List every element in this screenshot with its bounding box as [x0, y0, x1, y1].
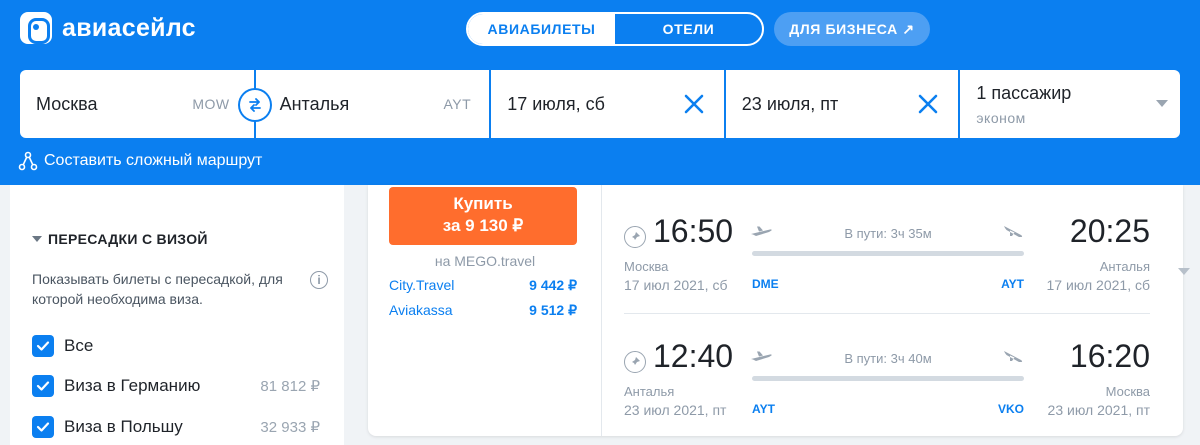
arrival-date: 17 июл 2021, сб [1046, 277, 1150, 293]
departure-date: 23 июл 2021, пт [624, 402, 727, 418]
departure-date: 17 июл 2021, сб [624, 277, 728, 293]
offer-row[interactable]: Aviakassa 9 512 ₽ [389, 302, 577, 319]
buy-button[interactable]: Купить за 9 130 ₽ [389, 187, 577, 245]
flight-segment-return: 12:40 16:20 Анталья 23 июл 2021, пт Моск… [624, 318, 1150, 418]
complex-route-link[interactable]: Составить сложный маршрут [18, 151, 262, 171]
passengers-field[interactable]: 1 пассажир эконом [960, 70, 1181, 138]
route-line [752, 251, 1024, 256]
arrival-city: Москва [1105, 384, 1150, 399]
flight-duration: В пути: 3ч 35м [844, 226, 932, 241]
destination-value: Анталья [279, 93, 350, 114]
complex-route-label: Составить сложный маршрут [44, 152, 263, 169]
depart-date-value: 17 июля, сб [507, 93, 605, 114]
departure-time: 12:40 [653, 338, 734, 374]
pin-icon[interactable] [624, 226, 646, 248]
offer-price: 9 442 ₽ [529, 277, 577, 293]
flight-segment-outbound: 16:50 20:25 Москва 17 июл 2021, сб Антал… [624, 193, 1150, 293]
ticket-card: Купить за 9 130 ₽ на MEGO.travel City.Tr… [368, 185, 1183, 436]
close-icon[interactable] [916, 92, 940, 116]
chevron-down-icon [32, 236, 42, 242]
flight-duration: В пути: 3ч 40м [844, 351, 932, 366]
offer-name: City.Travel [389, 277, 455, 293]
filter-title: ПЕРЕСАДКИ С ВИЗОЙ [48, 231, 208, 247]
chevron-down-icon[interactable] [1156, 100, 1169, 107]
departure-airport-code[interactable]: AYT [752, 402, 775, 416]
pin-icon[interactable] [624, 351, 646, 373]
depart-date-field[interactable]: 17 июля, сб [491, 70, 724, 138]
checkmark-icon [32, 416, 54, 438]
checkbox-label: Виза в Германию [64, 376, 201, 395]
passengers-value: 1 пассажир [976, 82, 1072, 103]
info-icon[interactable]: i [310, 271, 328, 289]
buy-label: Купить [453, 194, 513, 213]
checkbox-germany[interactable]: Виза в Германию 81 812 ₽ [32, 375, 332, 397]
origin-value: Москва [36, 93, 98, 114]
search-form: Москва MOW Анталья AYT 17 июля, сб 23 ию… [20, 70, 1181, 138]
arrival-airport-code[interactable]: AYT [990, 277, 1024, 291]
checkbox-all[interactable]: Все [32, 335, 332, 357]
checkbox-label: Виза в Польшу [64, 417, 183, 436]
arrival-time: 20:25 [1069, 213, 1150, 249]
buy-price: за 9 130 ₽ [442, 216, 524, 235]
return-date-value: 23 июля, пт [741, 93, 839, 114]
arrival-airport-code[interactable]: VKO [990, 402, 1024, 416]
buy-column: Купить за 9 130 ₽ на MEGO.travel City.Tr… [368, 185, 602, 436]
origin-code: MOW [192, 96, 230, 112]
logo[interactable]: авиасейлс [20, 12, 196, 44]
arrival-time: 16:20 [1069, 338, 1150, 374]
arrival-city: Анталья [1099, 259, 1150, 274]
checkbox-label: Все [64, 336, 94, 355]
business-button[interactable]: ДЛЯ БИЗНЕСА ↗ [774, 12, 930, 46]
route-icon [18, 151, 38, 171]
departure-city: Анталья [624, 384, 675, 399]
destination-code: AYT [443, 96, 472, 112]
filter-visa-toggle[interactable]: ПЕРЕСАДКИ С ВИЗОЙ [32, 231, 208, 247]
swap-icon[interactable] [240, 90, 270, 120]
checkbox-price: 32 933 ₽ [260, 419, 320, 436]
offer-row[interactable]: City.Travel 9 442 ₽ [389, 277, 577, 294]
landing-icon [1004, 351, 1023, 362]
departure-city: Москва [624, 259, 669, 274]
checkbox-poland[interactable]: Виза в Польшу 32 933 ₽ [32, 416, 332, 438]
checkbox-price: 81 812 ₽ [260, 378, 320, 395]
tab-flights[interactable]: АВИАБИЛЕТЫ [468, 14, 615, 44]
departure-airport-code[interactable]: DME [752, 277, 779, 291]
product-tabs: АВИАБИЛЕТЫ ОТЕЛИ [466, 12, 764, 46]
cabin-class: эконом [976, 109, 1026, 126]
offer-name: Aviakassa [389, 302, 453, 318]
origin-field[interactable]: Москва MOW [20, 70, 254, 138]
close-icon[interactable] [682, 92, 706, 116]
departure-time: 16:50 [653, 213, 734, 249]
segment-divider [624, 313, 1150, 314]
landing-icon [1004, 226, 1023, 237]
route-line [752, 376, 1024, 381]
arrival-date: 23 июл 2021, пт [1047, 402, 1150, 418]
header: авиасейлс АВИАБИЛЕТЫ ОТЕЛИ ДЛЯ БИЗНЕСА ↗… [0, 0, 1200, 185]
checkmark-icon [32, 375, 54, 397]
logo-icon [20, 12, 52, 44]
logo-text: авиасейлс [62, 13, 196, 42]
checkmark-icon [32, 335, 54, 357]
chevron-down-icon[interactable] [1178, 268, 1190, 275]
tab-hotels[interactable]: ОТЕЛИ [615, 14, 762, 44]
destination-field[interactable]: Анталья AYT [255, 70, 490, 138]
filter-description: Показывать билеты с пересадкой, для кото… [32, 271, 283, 307]
offer-price: 9 512 ₽ [529, 302, 577, 318]
return-date-field[interactable]: 23 июля, пт [725, 70, 959, 138]
agency-name: на MEGO.travel [434, 253, 536, 269]
filters-sidebar: ПЕРЕСАДКИ С ВИЗОЙ Показывать билеты с пе… [10, 185, 344, 445]
